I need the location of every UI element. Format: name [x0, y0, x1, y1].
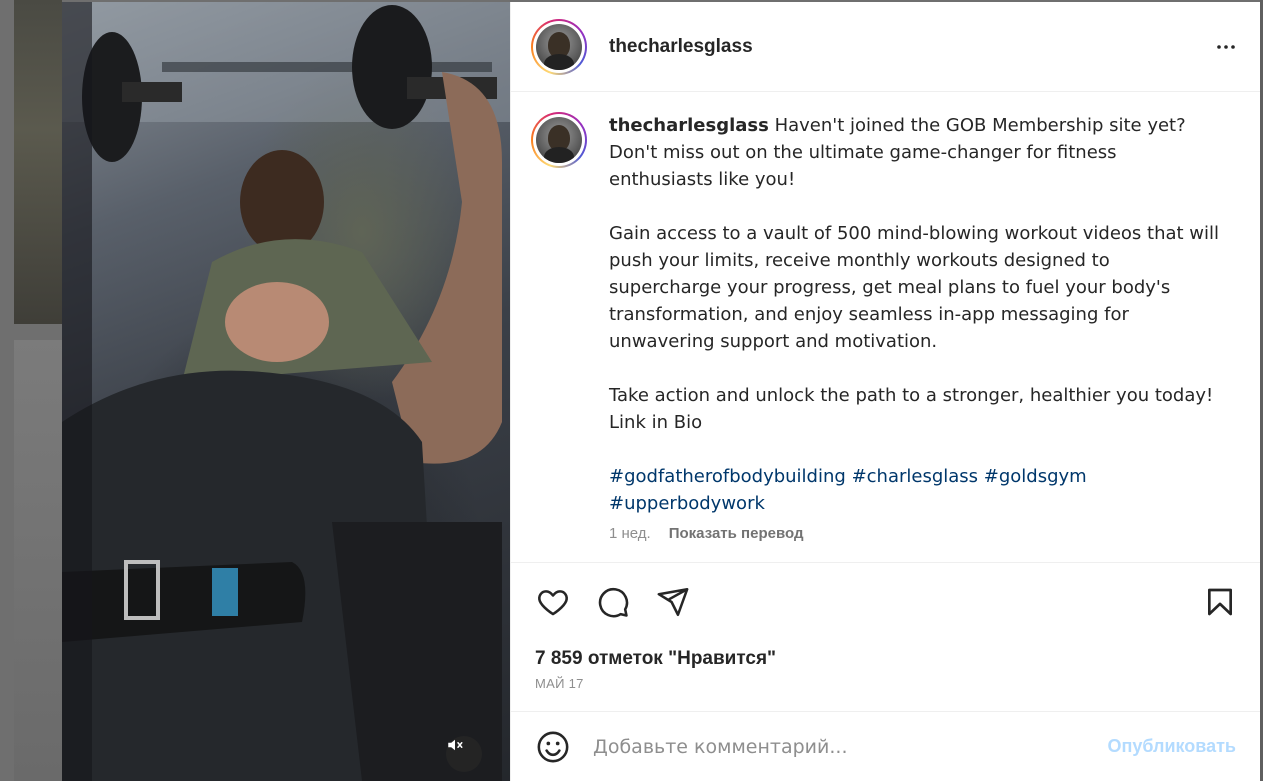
caption-body: thecharlesglass Haven't joined the GOB M…: [609, 112, 1219, 542]
caption-paragraph: Take action and unlock the path to a str…: [609, 385, 1219, 433]
caption-meta: 1 нед. Показать перевод: [609, 525, 1219, 542]
video-frame-illustration: [62, 2, 510, 781]
save-button[interactable]: [1200, 582, 1240, 622]
post-date[interactable]: МАЙ 17: [511, 676, 1260, 691]
emoji-button[interactable]: [535, 729, 571, 765]
avatar: [536, 117, 582, 163]
post-details-panel: thecharlesglass thecharlesglass Haven't …: [510, 2, 1260, 781]
hashtag-link[interactable]: #goldsgym: [984, 466, 1087, 487]
speaker-muted-icon: [448, 739, 463, 751]
heart-icon: [538, 589, 568, 615]
caption-avatar[interactable]: [531, 112, 587, 168]
hashtag-link[interactable]: #upperbodywork: [609, 493, 765, 514]
likes-count[interactable]: 7 859 отметок "Нравится": [511, 648, 1260, 670]
comments-section[interactable]: thecharlesglass Haven't joined the GOB M…: [511, 92, 1260, 562]
publish-comment-button[interactable]: Опубликовать: [1107, 736, 1236, 757]
comment-icon: [598, 587, 629, 617]
caption-paragraph: Gain access to a vault of 500 mind-blowi…: [609, 223, 1225, 352]
show-translation-button[interactable]: Показать перевод: [669, 525, 804, 542]
comment-input[interactable]: [593, 735, 1108, 758]
header-avatar[interactable]: [531, 18, 587, 75]
caption-username-link[interactable]: thecharlesglass: [609, 115, 769, 136]
background-post-image: [14, 340, 62, 781]
action-bar: [511, 562, 1260, 640]
hashtags: #godfatherofbodybuilding #charlesglass #…: [609, 463, 1219, 517]
caption: thecharlesglass Haven't joined the GOB M…: [531, 112, 1240, 542]
post-modal: thecharlesglass thecharlesglass Haven't …: [62, 2, 1260, 781]
share-button[interactable]: [653, 582, 693, 622]
avatar: [536, 23, 582, 70]
emoji-icon: [537, 731, 569, 762]
header-username-link[interactable]: thecharlesglass: [609, 36, 753, 58]
more-options-button[interactable]: [1208, 29, 1244, 65]
post-age[interactable]: 1 нед.: [609, 525, 651, 542]
hashtag-link[interactable]: #godfatherofbodybuilding: [609, 466, 846, 487]
hashtag-link[interactable]: #charlesglass: [852, 466, 978, 487]
more-horizontal-icon: [1217, 44, 1235, 49]
comment-button[interactable]: [593, 582, 633, 622]
background-post-image: [14, 0, 62, 324]
post-video[interactable]: [62, 2, 510, 781]
mute-toggle-button[interactable]: [446, 736, 482, 772]
send-icon: [657, 587, 689, 616]
like-button[interactable]: [533, 582, 573, 622]
bookmark-icon: [1208, 588, 1232, 615]
add-comment-form: Опубликовать: [511, 711, 1260, 781]
post-header: thecharlesglass: [511, 2, 1260, 92]
caption-text: thecharlesglass Haven't joined the GOB M…: [609, 112, 1219, 436]
